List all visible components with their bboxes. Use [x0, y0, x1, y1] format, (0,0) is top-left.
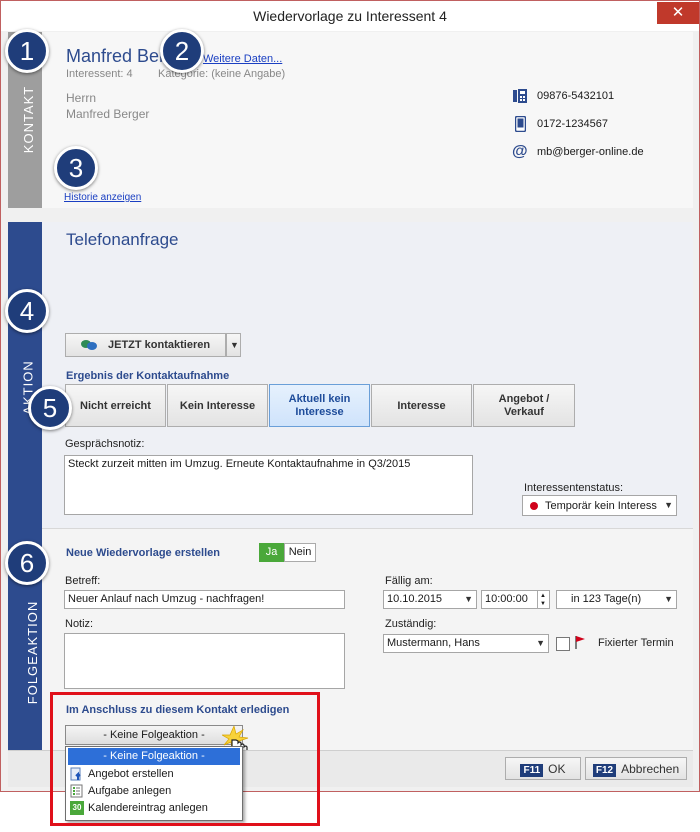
fixiert-label: Fixierter Termin — [598, 637, 674, 649]
historie-link[interactable]: Historie anzeigen — [64, 192, 141, 203]
status-dot-icon — [530, 502, 538, 510]
mobile-icon — [514, 115, 527, 133]
title-bar: Wiedervorlage zu Interessent 4 ✕ — [1, 1, 699, 31]
toggle-ja[interactable]: Ja — [259, 543, 284, 562]
jetzt-kontaktieren-label: JETZT kontaktieren — [108, 339, 211, 351]
email-address: mb@berger-online.de — [537, 146, 644, 158]
jetzt-kontaktieren-button[interactable]: JETZT kontaktieren — [65, 333, 226, 357]
result-interesse[interactable]: Interesse — [371, 384, 472, 427]
interessent-number: Interessent: 4 — [66, 68, 133, 80]
step-badge-1: 1 — [5, 29, 49, 73]
cancel-button[interactable]: F12 Abbrechen — [585, 757, 687, 780]
spinner-icon[interactable]: ▲ ▼ — [537, 591, 548, 609]
interessentenstatus-select[interactable]: Temporär kein Interess ▼ — [522, 495, 677, 516]
time-input[interactable]: 10:00:00 ▲ ▼ — [481, 590, 550, 609]
weitere-daten-link[interactable]: Weitere Daten... — [203, 53, 282, 65]
kontaktieren-dropdown-button[interactable]: ▼ — [226, 333, 241, 357]
chat-icon — [81, 339, 97, 351]
ok-button[interactable]: F11 OK — [505, 757, 581, 780]
sidebar-label-kontakt: KONTAKT — [21, 85, 37, 154]
zustaendig-select[interactable]: Mustermann, Hans ▼ — [383, 634, 549, 653]
zustaendig-value: Mustermann, Hans — [387, 637, 480, 649]
ok-shortcut: F11 — [520, 764, 544, 777]
highlight-box — [50, 692, 320, 826]
interessentenstatus-value: Temporär kein Interess — [545, 500, 657, 512]
days-select[interactable]: in 123 Tage(n) ▼ — [556, 590, 677, 609]
days-value: in 123 Tage(n) — [571, 593, 642, 605]
date-value: 10.10.2015 — [387, 593, 443, 605]
betreff-input[interactable]: Neuer Anlauf nach Umzug - nachfragen! — [64, 590, 345, 609]
phone-icon — [513, 89, 527, 103]
result-nicht-erreicht[interactable]: Nicht erreicht — [65, 384, 166, 427]
mobile-number: 0172-1234567 — [537, 118, 608, 130]
result-aktuell-kein-interesse[interactable]: Aktuell kein Interesse — [269, 384, 370, 427]
email-icon: @ — [512, 143, 528, 160]
chevron-down-icon: ▼ — [536, 638, 545, 648]
step-badge-2: 2 — [160, 29, 204, 73]
faellig-label: Fällig am: — [385, 575, 433, 587]
interessentenstatus-label: Interessentenstatus: — [524, 482, 624, 494]
chevron-down-icon: ▼ — [664, 594, 673, 604]
window-title: Wiedervorlage zu Interessent 4 — [253, 8, 447, 24]
result-angebot-verkauf[interactable]: Angebot / Verkauf — [473, 384, 575, 427]
gespraechsnotiz-textarea[interactable]: Steckt zurzeit mitten im Umzug. Erneute … — [64, 455, 473, 515]
step-badge-5: 5 — [28, 386, 72, 430]
step-badge-3: 3 — [54, 146, 98, 190]
ergebnis-title: Ergebnis der Kontaktaufnahme — [66, 370, 230, 382]
notiz-label: Notiz: — [65, 618, 94, 630]
ok-label: OK — [548, 762, 566, 776]
betreff-label: Betreff: — [65, 575, 101, 587]
fixiert-checkbox[interactable] — [556, 637, 570, 651]
close-button[interactable]: ✕ — [657, 2, 699, 24]
chevron-down-icon: ▼ — [664, 500, 673, 510]
date-picker[interactable]: 10.10.2015 ▼ — [383, 590, 477, 609]
cancel-shortcut: F12 — [592, 764, 617, 777]
flag-icon — [574, 635, 586, 649]
gespraechsnotiz-label: Gesprächsnotiz: — [65, 438, 145, 450]
step-badge-6: 6 — [5, 541, 49, 585]
chevron-down-icon: ▼ — [464, 594, 473, 604]
neue-wiedervorlage-title: Neue Wiedervorlage erstellen — [66, 547, 220, 559]
step-badge-4: 4 — [5, 289, 49, 333]
notiz-textarea[interactable] — [64, 633, 345, 689]
salutation: Herrn — [66, 91, 97, 105]
result-kein-interesse[interactable]: Kein Interesse — [167, 384, 268, 427]
chevron-down-icon: ▼ — [230, 340, 239, 350]
phone-number: 09876-5432101 — [537, 90, 615, 102]
sidebar-aktion: AKTION — [8, 222, 42, 528]
contact-fullname: Manfred Berger — [66, 107, 150, 121]
time-value: 10:00:00 — [485, 593, 528, 605]
sidebar-label-folgeaktion: FOLGEAKTION — [25, 600, 41, 705]
toggle-nein[interactable]: Nein — [284, 543, 316, 562]
aktion-title: Telefonanfrage — [66, 230, 179, 249]
cancel-label: Abbrechen — [621, 762, 680, 776]
zustaendig-label: Zuständig: — [385, 618, 437, 630]
